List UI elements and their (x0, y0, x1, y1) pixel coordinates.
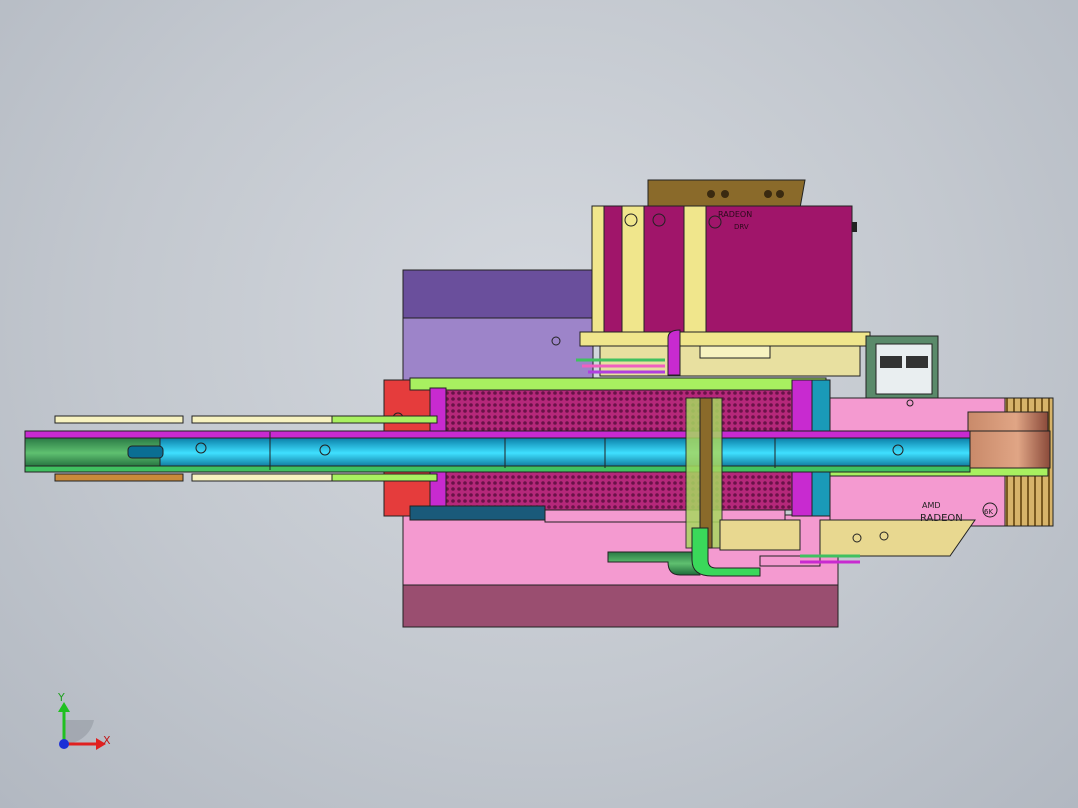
axis-triad: Y X (57, 691, 111, 750)
gpu-badge: 6K (984, 508, 993, 516)
cad-model-drawing[interactable]: RADEON DRV AMD RADEON 6K Y X (0, 0, 1078, 808)
gpu-brand-line2: RADEON (920, 513, 963, 524)
cpu-cooler-block[interactable]: RADEON DRV (591, 179, 857, 333)
y-axis-label: Y (57, 691, 65, 704)
gpu-card[interactable]: AMD RADEON 6K (819, 397, 1054, 557)
io-panel[interactable] (865, 335, 939, 399)
z-axis-origin (59, 739, 69, 749)
cooler-label-line1: RADEON (718, 210, 752, 219)
pump-bracket[interactable] (576, 329, 871, 377)
gpu-brand-line1: AMD (922, 501, 941, 510)
x-axis-label: X (103, 734, 111, 747)
cooler-label-line2: DRV (734, 223, 749, 231)
cad-model-viewport[interactable]: RADEON DRV AMD RADEON 6K Y X (0, 0, 1078, 808)
